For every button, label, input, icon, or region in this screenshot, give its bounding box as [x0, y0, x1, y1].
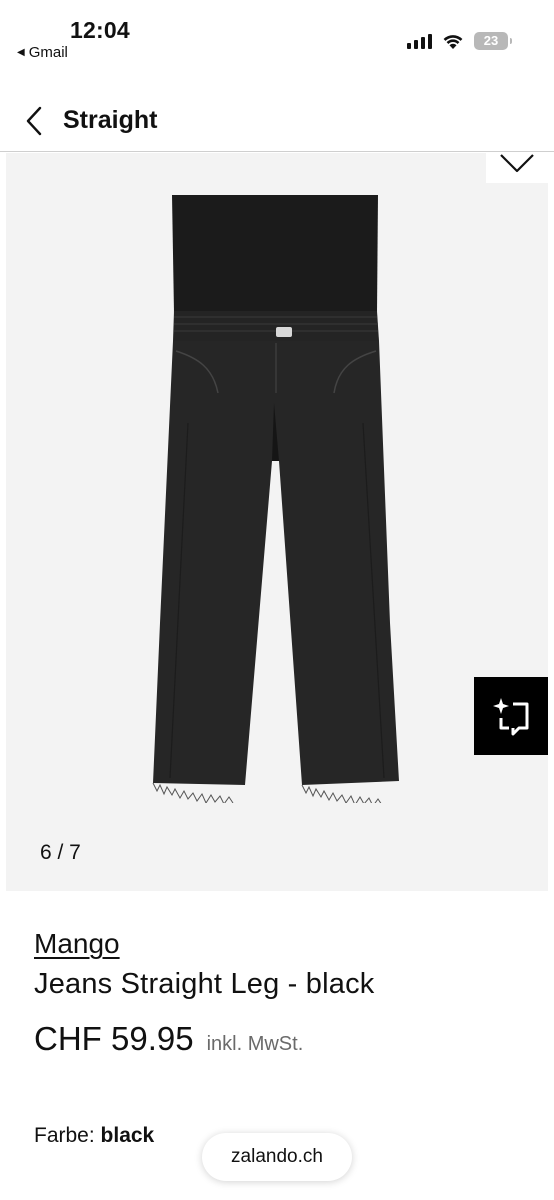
color-value: black — [100, 1124, 155, 1147]
page-header: Straight — [0, 90, 554, 152]
product-name: Jeans Straight Leg - black — [34, 968, 375, 1000]
color-selector: Farbe: black — [34, 1124, 154, 1148]
status-bar: 12:04 ◀ Gmail 23 — [0, 0, 554, 75]
heart-icon — [500, 154, 534, 173]
tax-note: inkl. MwSt. — [206, 1033, 304, 1055]
wishlist-button[interactable] — [486, 153, 548, 183]
brand-link[interactable]: Mango — [34, 928, 120, 960]
color-label: Farbe: — [34, 1124, 101, 1147]
back-triangle-icon: ◀ — [17, 47, 25, 58]
status-time: 12:04 — [70, 17, 130, 43]
back-app-label: Gmail — [28, 44, 68, 61]
image-counter: 6 / 7 — [40, 841, 81, 864]
product-image-gallery[interactable]: 6 / 7 — [6, 153, 548, 891]
price-row: CHF 59.95 inkl. MwSt. — [34, 1020, 303, 1058]
cellular-signal-icon — [407, 33, 432, 49]
status-icons: 23 — [407, 32, 512, 50]
sparkle-frame-icon — [493, 698, 529, 736]
wifi-icon — [443, 34, 463, 49]
url-bar[interactable]: zalando.ch — [202, 1133, 352, 1181]
product-image — [152, 195, 399, 803]
chevron-left-icon — [26, 106, 42, 136]
back-to-app-link[interactable]: ◀ Gmail — [17, 44, 68, 61]
page-title: Straight — [63, 106, 158, 134]
battery-icon: 23 — [474, 32, 512, 50]
style-suggestion-button[interactable] — [474, 677, 548, 755]
product-price: CHF 59.95 — [34, 1020, 194, 1057]
back-button[interactable] — [18, 104, 50, 138]
